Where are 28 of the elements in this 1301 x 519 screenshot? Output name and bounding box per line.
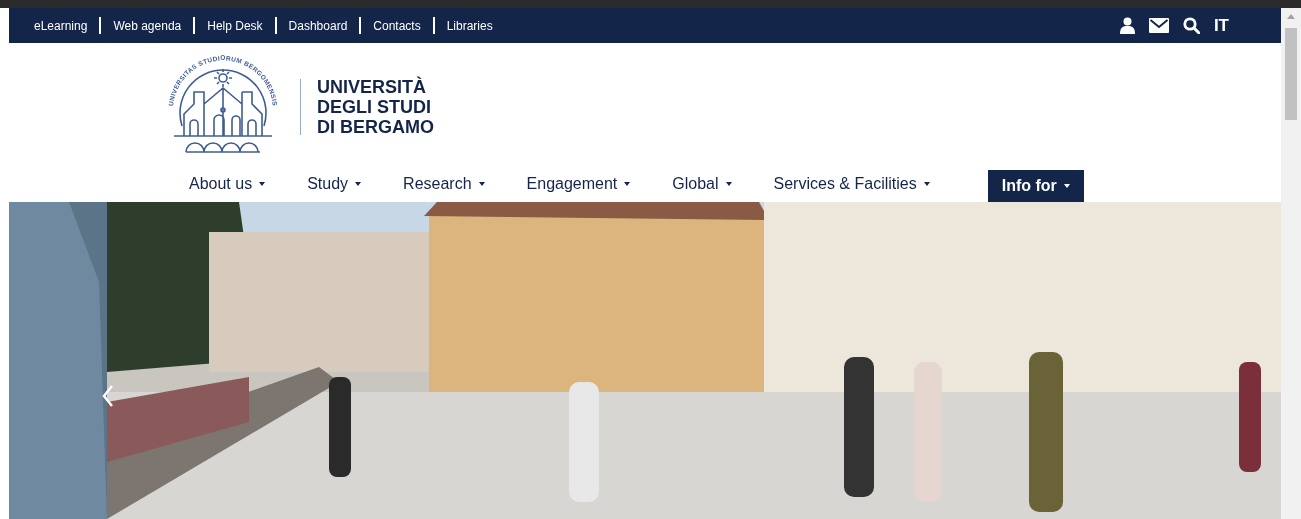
- top-bar-link[interactable]: Dashboard: [288, 16, 348, 35]
- search-icon[interactable]: [1182, 17, 1200, 34]
- nav-menu-item[interactable]: Engagement: [512, 170, 645, 197]
- top-bar-link[interactable]: Libraries: [446, 16, 493, 35]
- caret-icon: [923, 181, 930, 186]
- caret-icon: [624, 181, 631, 186]
- user-icon[interactable]: [1119, 17, 1135, 34]
- university-name-line: DI BERGAMO: [317, 116, 434, 137]
- caret-icon: [1063, 184, 1070, 188]
- caret-icon: [478, 181, 485, 186]
- nav-menu-item[interactable]: About us: [175, 170, 280, 197]
- top-bar-link[interactable]: eLearning: [34, 16, 88, 35]
- scrollbar-thumb[interactable]: [1285, 28, 1297, 120]
- nav-menu-item[interactable]: Study: [293, 170, 376, 197]
- nav-menu-item[interactable]: Global: [658, 170, 746, 197]
- top-bar-link[interactable]: Contacts: [373, 16, 421, 35]
- nav-menu-item[interactable]: Info for: [987, 170, 1084, 202]
- mail-icon[interactable]: [1148, 18, 1169, 33]
- nav-menu-item[interactable]: Research: [389, 170, 499, 197]
- university-name-line: UNIVERSITÀ: [317, 76, 427, 97]
- top-bar-link[interactable]: Web agenda: [113, 16, 182, 35]
- language-link[interactable]: IT: [1213, 12, 1229, 39]
- caret-icon: [725, 181, 732, 186]
- caret-icon: [259, 181, 266, 186]
- nav-menu-item[interactable]: Services & Facilities: [759, 170, 944, 197]
- top-bar-link[interactable]: Help Desk: [207, 16, 263, 35]
- caret-icon: [355, 181, 362, 186]
- university-name-line: DEGLI STUDI: [317, 96, 432, 117]
